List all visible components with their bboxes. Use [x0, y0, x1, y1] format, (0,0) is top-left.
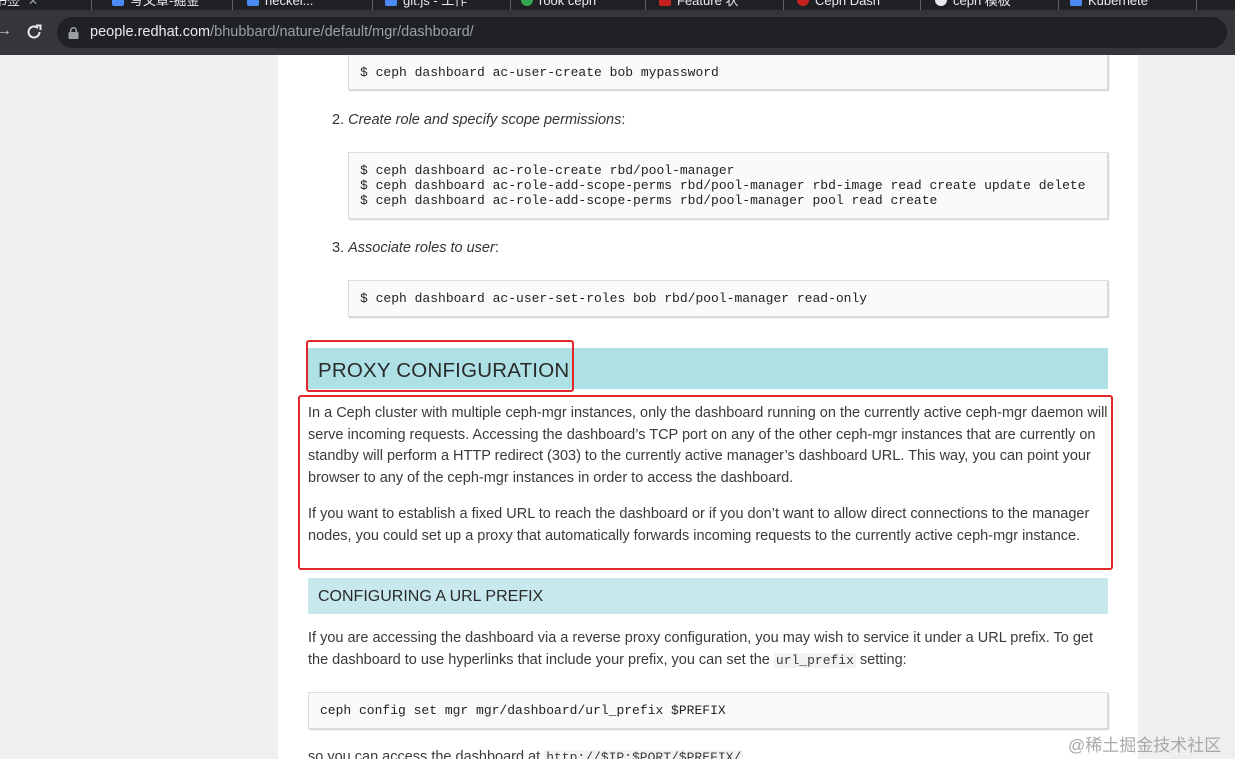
list-colon: :	[494, 240, 499, 256]
code-block[interactable]: $ ceph dashboard ac-user-set-roles bob r…	[348, 280, 1108, 317]
watermark: @稀土掘金技术社区	[1068, 736, 1222, 755]
tab-label: 写文章-掘金	[130, 0, 200, 8]
page-viewport: $ ceph dashboard ac-user-create bob mypa…	[0, 55, 1235, 759]
favicon-icon	[247, 0, 259, 6]
paragraph-text: If you are accessing the dashboard via a…	[308, 630, 1094, 668]
tab-6[interactable]: Ceph Dash	[797, 0, 917, 10]
highlight-box	[298, 395, 1113, 570]
list-item-text: Associate roles to user	[348, 240, 495, 256]
list-item: 3. Associate roles to user:	[332, 240, 499, 256]
forward-icon[interactable]: →	[0, 23, 12, 39]
tab-label: git.js - 工作	[403, 0, 468, 8]
tab-label: heckel...	[265, 0, 314, 8]
tab-7[interactable]: ceph 模板	[935, 0, 1055, 10]
favicon-icon	[797, 0, 809, 6]
tab-label: rook ceph	[539, 0, 597, 8]
favicon-icon	[521, 0, 533, 6]
favicon-icon	[385, 0, 397, 6]
reload-icon[interactable]	[24, 22, 44, 42]
tab-label: Kubernete	[1088, 0, 1148, 8]
tab-1[interactable]: 写文章-掘金	[112, 0, 232, 10]
tab-5[interactable]: Feature 状	[659, 0, 779, 10]
favicon-icon	[1070, 0, 1082, 6]
tab-0[interactable]: 书签 ✕	[0, 0, 74, 10]
list-item: 2. Create role and specify scope permiss…	[332, 112, 625, 128]
url-path: /bhubbard/nature/default/mgr/dashboard/	[210, 24, 474, 40]
url-text[interactable]: people.redhat.com/bhubbard/nature/defaul…	[90, 24, 474, 40]
favicon-icon	[112, 0, 124, 6]
list-colon: :	[621, 112, 626, 128]
highlight-box	[306, 340, 574, 392]
list-number: 2.	[332, 112, 345, 128]
paragraph: If you are accessing the dashboard via a…	[308, 628, 1108, 671]
tab-label: Feature 状	[677, 0, 739, 8]
close-icon[interactable]: ✕	[28, 0, 38, 8]
favicon-icon	[935, 0, 947, 6]
subsection-heading: CONFIGURING A URL PREFIX	[318, 588, 544, 605]
url-host: people.redhat.com	[90, 24, 211, 40]
tab-label: ceph 模板	[953, 0, 1011, 8]
lock-icon[interactable]	[68, 27, 79, 39]
list-number: 3.	[332, 240, 345, 256]
inline-code: url_prefix	[773, 652, 856, 668]
code-block[interactable]: $ ceph dashboard ac-user-create bob mypa…	[348, 55, 1108, 90]
code-block[interactable]: $ ceph dashboard ac-role-create rbd/pool…	[348, 152, 1108, 219]
paragraph-text: setting:	[855, 651, 907, 668]
tab-label: 书签	[0, 0, 21, 8]
tab-strip: 书签 ✕ 写文章-掘金 heckel... git.js - 工作 rook ce…	[0, 0, 1235, 10]
browser-toolbar: → people.redhat.com/bhubbard/nature/defa…	[0, 10, 1235, 55]
inline-code: http://$IP:$PORT/$PREFIX/	[544, 750, 744, 759]
tab-3[interactable]: git.js - 工作	[385, 0, 505, 10]
paragraph: so you can access the dashboard at http:…	[308, 747, 1108, 759]
paragraph-text: so you can access the dashboard at	[308, 749, 545, 759]
favicon-icon	[659, 0, 671, 6]
code-block[interactable]: ceph config set mgr mgr/dashboard/url_pr…	[308, 692, 1108, 729]
tab-4[interactable]: rook ceph	[521, 0, 641, 10]
list-item-text: Create role and specify scope permission…	[348, 112, 622, 128]
tab-2[interactable]: heckel...	[247, 0, 367, 10]
tab-label: Ceph Dash	[815, 0, 881, 8]
tab-8[interactable]: Kubernete	[1070, 0, 1190, 10]
